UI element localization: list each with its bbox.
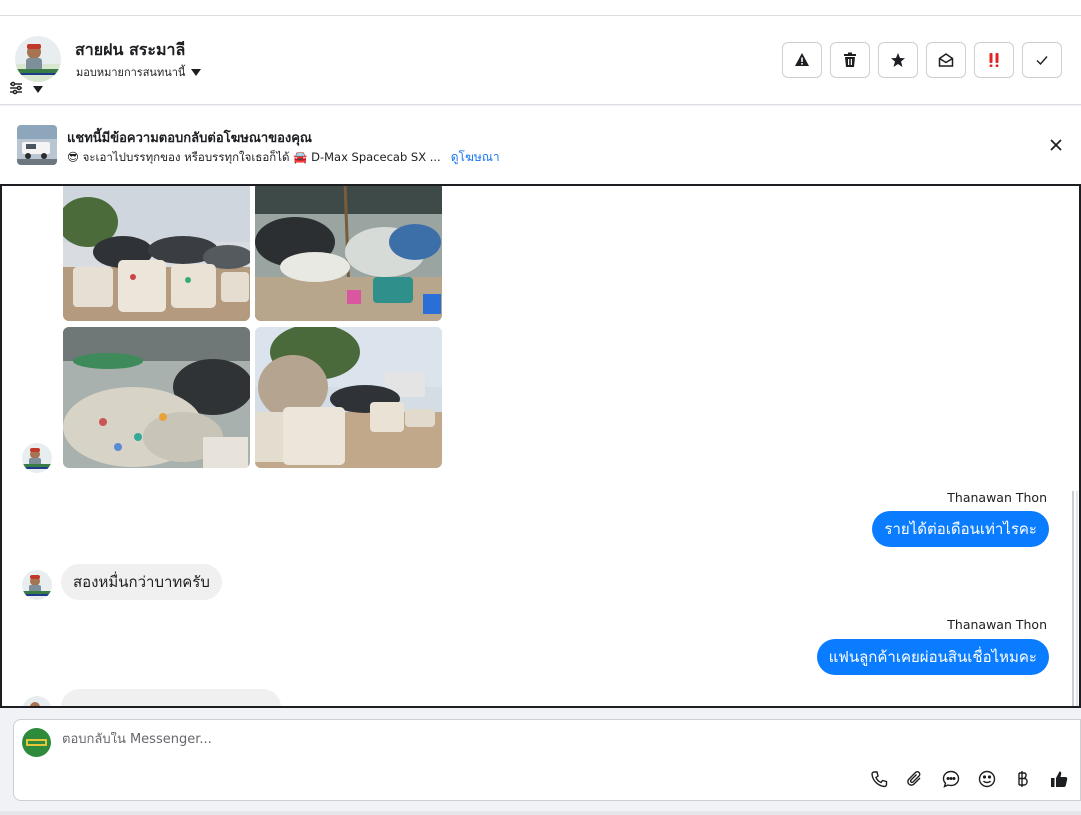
star-button[interactable] (878, 42, 918, 78)
contact-avatar-small[interactable] (22, 696, 52, 706)
composer-tools (868, 768, 1070, 790)
assign-dropdown[interactable]: มอบหมายการสนทนานี้ (76, 63, 202, 81)
filter-chevron-down-icon[interactable] (33, 86, 43, 93)
contact-avatar[interactable] (15, 36, 61, 82)
filter-row (9, 80, 43, 99)
chevron-down-icon (191, 68, 202, 76)
star-icon (891, 53, 905, 67)
contact-avatar-small[interactable] (22, 443, 52, 473)
ad-thumbnail[interactable] (17, 125, 57, 165)
conversation-header: สายฝน สระมาลี มอบหมายการสนทนานี้ (0, 16, 1081, 105)
incoming-message[interactable]: สองหมื่นกว่าบาทครับ (61, 564, 222, 600)
attached-photo[interactable] (63, 327, 250, 468)
sliders-icon[interactable] (9, 80, 23, 99)
alert-icon (795, 53, 809, 66)
chat-bubble-icon[interactable] (940, 768, 962, 790)
check-icon (1036, 56, 1048, 66)
baht-icon[interactable] (1012, 768, 1034, 790)
scrollbar[interactable] (1071, 491, 1079, 706)
reply-input[interactable] (62, 732, 762, 747)
double-exclamation-icon (989, 53, 999, 67)
incoming-message-partial[interactable] (61, 689, 281, 706)
attached-photo[interactable] (63, 186, 250, 321)
urgent-button[interactable] (974, 42, 1014, 78)
done-button[interactable] (1022, 42, 1062, 78)
close-icon (1050, 139, 1062, 151)
attached-photo[interactable] (255, 327, 442, 468)
close-banner-button[interactable] (1047, 136, 1065, 154)
emoji-icon[interactable] (976, 768, 998, 790)
ad-caption: 😎 จะเอาไปบรรทุกของ หรือบรรทุกใจเธอก็ได้ … (67, 149, 441, 164)
page-avatar (22, 728, 51, 757)
thumbs-up-icon[interactable] (1048, 768, 1070, 790)
ad-reply-banner: แชทนี้มีข้อความตอบกลับต่อโฆษณาของคุณ 😎 จ… (0, 106, 1081, 184)
outgoing-message[interactable]: รายได้ต่อเดือนเท่าไรคะ (872, 511, 1049, 547)
ad-banner-title: แชทนี้มีข้อความตอบกลับต่อโฆษณาของคุณ (67, 131, 312, 146)
assign-label: มอบหมายการสนทนานี้ (76, 66, 186, 79)
phone-icon[interactable] (868, 768, 890, 790)
spam-button[interactable] (782, 42, 822, 78)
action-buttons (782, 42, 1062, 78)
bottom-bar (0, 811, 1081, 815)
top-strip (0, 0, 1081, 16)
message-thread[interactable]: Thanawan Thon รายได้ต่อเดือนเท่าไรคะ สอง… (0, 184, 1081, 708)
delete-button[interactable] (830, 42, 870, 78)
sender-name: Thanawan Thon (947, 490, 1047, 505)
outgoing-message[interactable]: แฟนลูกค้าเคยผ่อนสินเชื่อไหมคะ (816, 639, 1049, 675)
attached-photo[interactable] (255, 186, 442, 321)
message-composer (13, 719, 1081, 801)
contact-name: สายฝน สระมาลี (75, 40, 186, 59)
sender-name: Thanawan Thon (947, 617, 1047, 632)
envelope-open-icon (938, 53, 954, 67)
paperclip-icon[interactable] (904, 768, 926, 790)
contact-avatar-small[interactable] (22, 570, 52, 600)
mark-read-button[interactable] (926, 42, 966, 78)
trash-icon (844, 52, 856, 67)
ad-banner-subtitle: 😎 จะเอาไปบรรทุกของ หรือบรรทุกใจเธอก็ได้ … (67, 148, 500, 167)
view-ad-link[interactable]: ดูโฆษณา (451, 148, 500, 167)
